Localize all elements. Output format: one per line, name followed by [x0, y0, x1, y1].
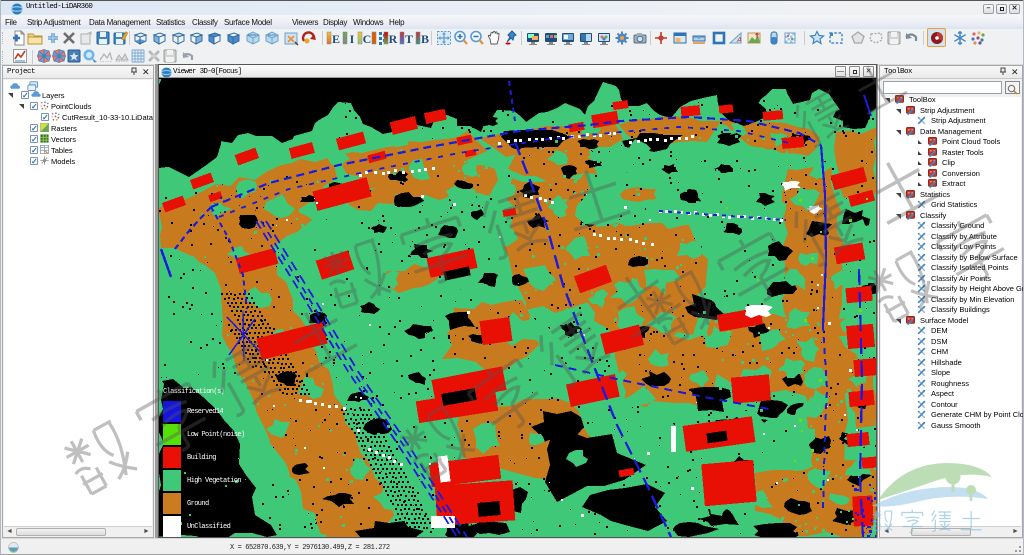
svg-text:BACK: BACK — [268, 33, 276, 37]
svg-text:R: R — [389, 32, 398, 46]
svg-text:I: I — [350, 32, 355, 46]
svg-text:B: B — [421, 32, 429, 46]
svg-text:E: E — [332, 32, 340, 46]
svg-text:FRONT: FRONT — [248, 33, 258, 37]
svg-text:A: A — [736, 37, 742, 44]
svg-text:T: T — [405, 32, 413, 46]
